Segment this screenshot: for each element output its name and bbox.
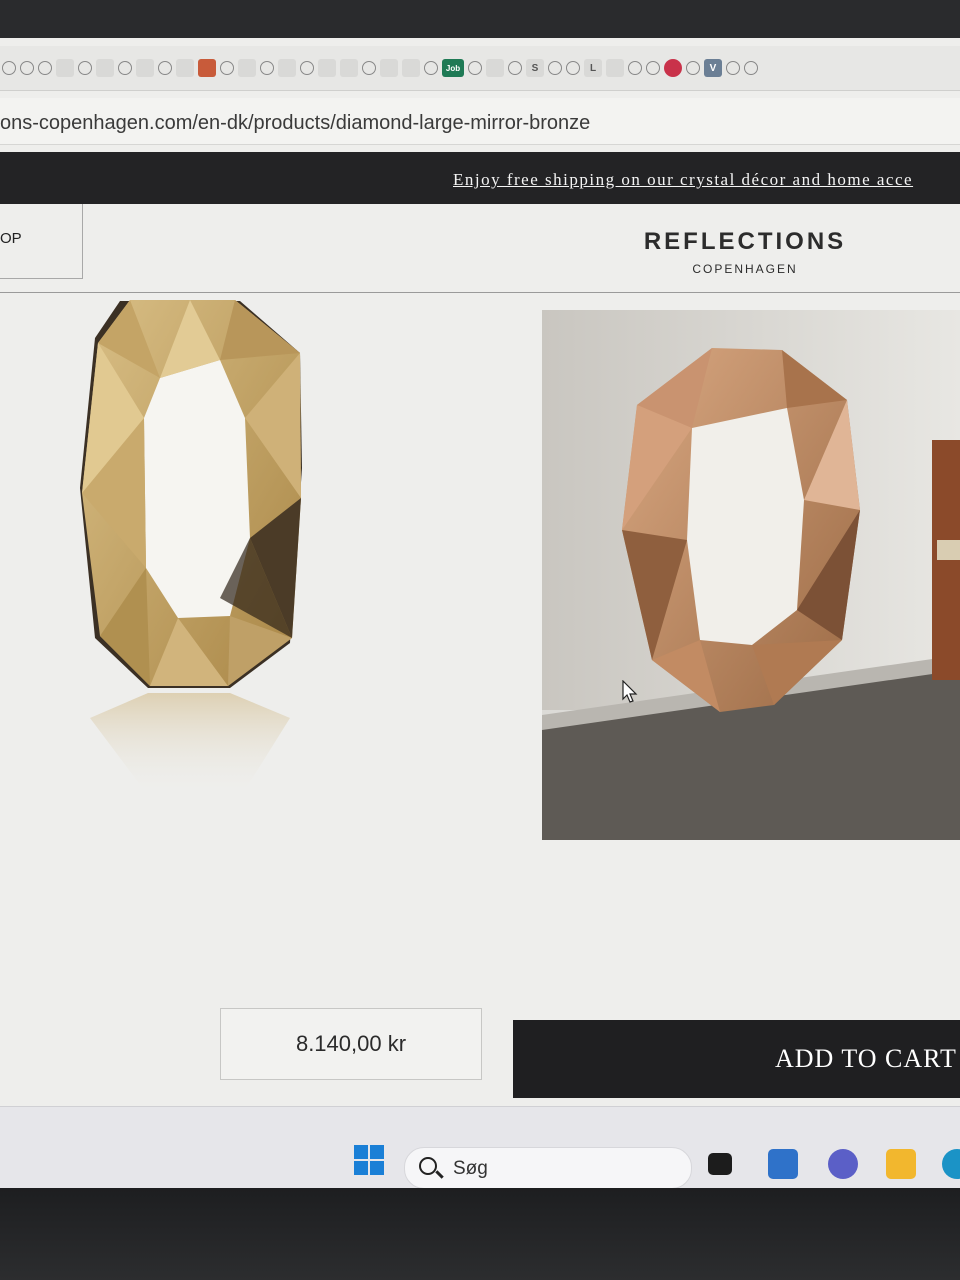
nav-menu-cell[interactable]: OP [0,204,83,279]
brand-logo-subtitle: COPENHAGEN [692,262,798,276]
mouse-cursor-icon [622,680,638,703]
site-header: OP REFLECTIONS COPENHAGEN [0,204,960,293]
price-text: 8.140,00 kr [295,1031,407,1056]
search-icon[interactable] [20,61,34,75]
nav-menu-label[interactable]: OP [0,230,22,247]
announcement-link[interactable]: Enjoy free shipping on our crystal décor… [453,170,913,190]
search-icon[interactable] [362,61,376,75]
task-view-icon[interactable] [708,1153,732,1175]
bookmark-icon[interactable] [486,59,504,77]
url-text[interactable]: ons-copenhagen.com/en-dk/products/diamon… [0,112,590,135]
taskbar-search-box[interactable]: Søg [404,1147,692,1188]
window-icon[interactable] [606,59,624,77]
v-icon[interactable]: V [704,59,722,77]
product-image-main[interactable] [60,298,340,818]
search-icon[interactable] [424,61,438,75]
bookmark-icon[interactable] [96,59,114,77]
add-to-cart-label: ADD TO CART [775,1044,957,1073]
windows-taskbar: Søg [0,1106,960,1188]
search-icon[interactable] [548,61,562,75]
search-icon[interactable] [300,61,314,75]
search-icon[interactable] [118,61,132,75]
mirror-product-image [80,300,302,798]
windows-start-icon[interactable] [354,1145,384,1175]
s-icon[interactable]: S [526,59,544,77]
announcement-bar: Enjoy free shipping on our crystal décor… [0,152,960,204]
window-icon[interactable] [278,59,296,77]
search-icon[interactable] [646,61,660,75]
calendar-icon[interactable] [198,59,216,77]
heart-icon[interactable] [664,59,682,77]
bookmarks-bar: Job S L V [0,46,960,91]
price-display: 8.140,00 kr [220,1008,482,1080]
edge-icon[interactable] [942,1149,960,1179]
search-icon[interactable] [628,61,642,75]
monitor-bezel [0,1188,960,1280]
job-icon[interactable]: Job [442,59,464,77]
search-icon[interactable] [468,61,482,75]
search-icon[interactable] [744,61,758,75]
search-icon[interactable] [158,61,172,75]
window-icon[interactable] [340,59,358,77]
product-image-lifestyle[interactable] [542,310,960,840]
brand-logo[interactable]: REFLECTIONS [600,228,890,256]
browser-window: Job S L V ons-copenhagen.com/en-dk/products… [0,38,960,1188]
mirror-lifestyle-photo [542,310,960,840]
add-to-cart-button[interactable]: ADD TO CART [513,1020,960,1098]
bookmark-icon[interactable] [402,59,420,77]
l-icon[interactable]: L [584,59,602,77]
bookmark-icon[interactable] [176,59,194,77]
folder-icon[interactable] [886,1149,916,1179]
store-icon[interactable] [768,1149,798,1179]
search-icon[interactable] [726,61,740,75]
grid-icon[interactable] [380,59,398,77]
search-icon[interactable] [260,61,274,75]
search-icon[interactable] [2,61,16,75]
search-icon[interactable] [38,61,52,75]
search-icon[interactable] [220,61,234,75]
bookmark-icon[interactable] [238,59,256,77]
search-icon[interactable] [686,61,700,75]
taskbar-search-label: Søg [453,1158,488,1179]
window-icon[interactable] [318,59,336,77]
grid-icon[interactable] [136,59,154,77]
teams-icon[interactable] [828,1149,858,1179]
search-icon[interactable] [566,61,580,75]
search-icon[interactable] [508,61,522,75]
search-icon [419,1157,437,1175]
bookmark-icon[interactable] [56,59,74,77]
address-bar[interactable]: ons-copenhagen.com/en-dk/products/diamon… [0,98,960,145]
search-icon[interactable] [78,61,92,75]
